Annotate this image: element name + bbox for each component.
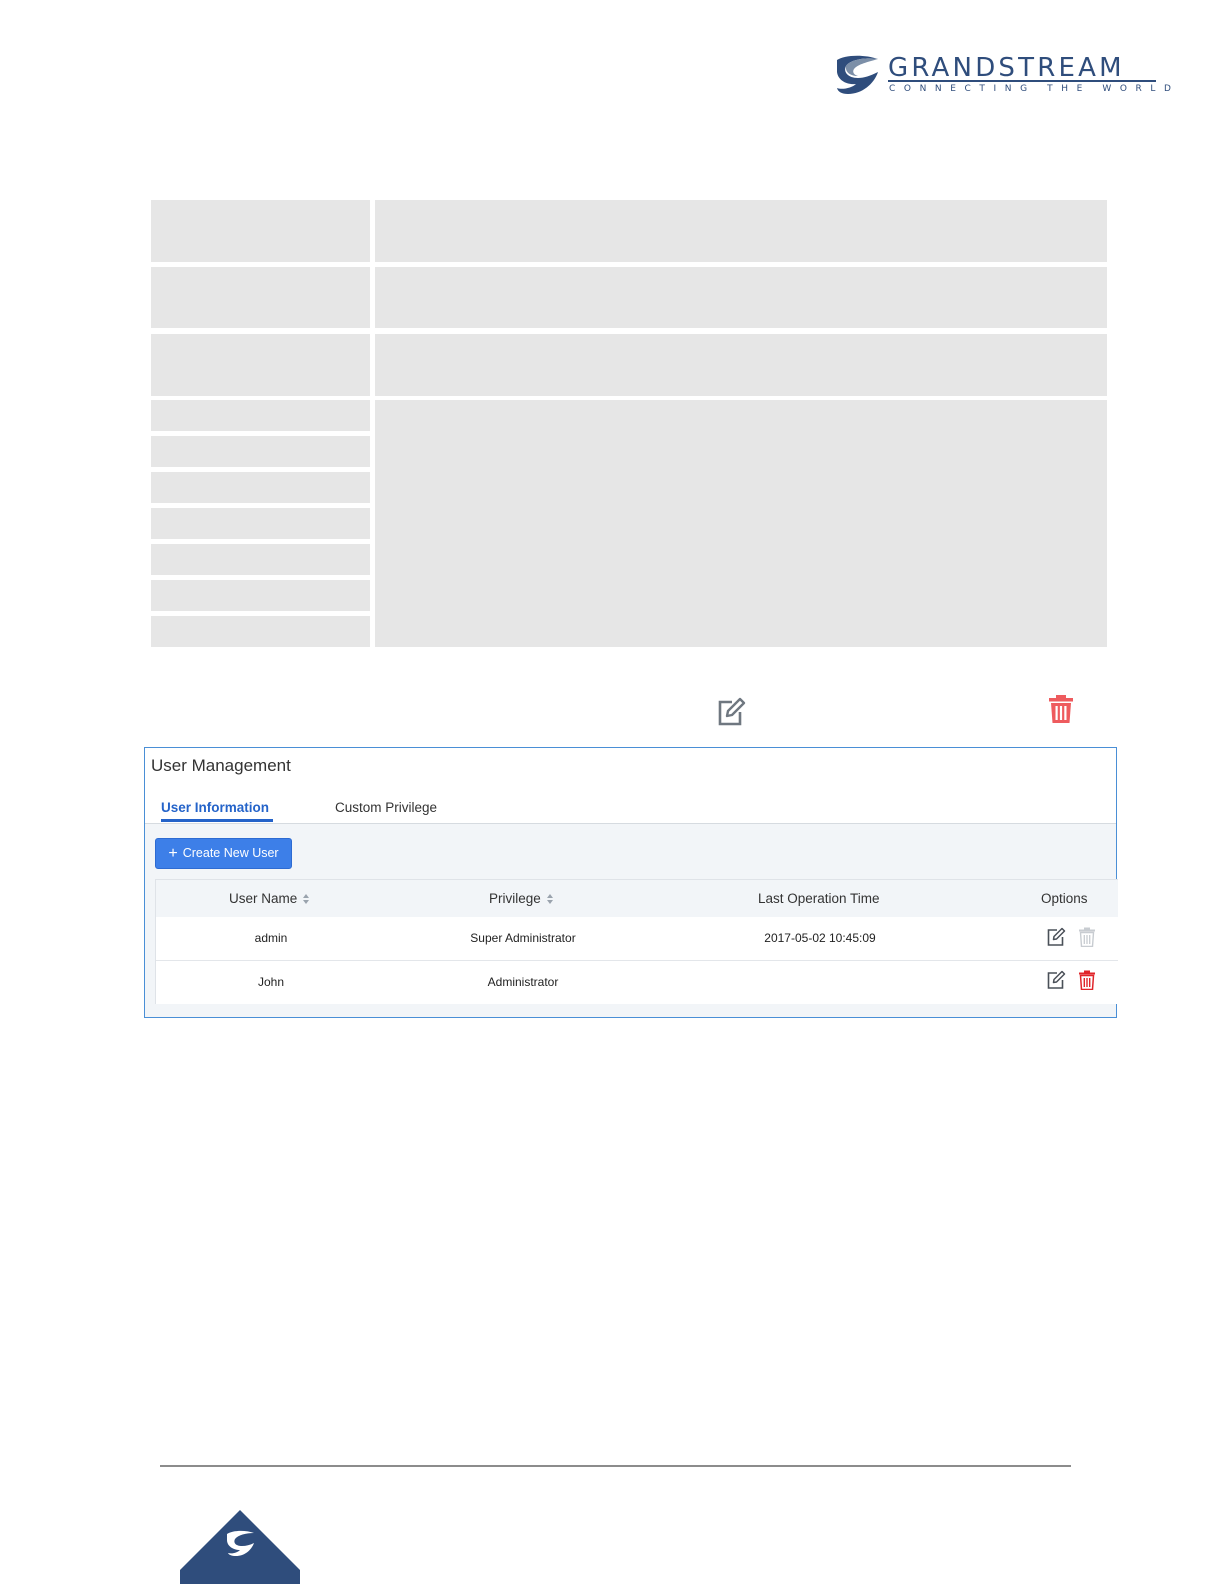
cell-privilege: Administrator <box>487 975 559 989</box>
footer-logo-icon <box>180 1510 300 1584</box>
table-cell <box>151 436 370 467</box>
trash-icon[interactable] <box>1078 970 1096 990</box>
table-row: admin Super Administrator 2017-05-02 10:… <box>156 917 1118 960</box>
table-cell <box>151 334 370 396</box>
active-tab-indicator <box>161 819 273 822</box>
grandstream-logo: GRANDSTREAM CONNECTING THE WORLD <box>834 53 1171 98</box>
footer-divider <box>160 1465 1071 1467</box>
logo-tagline: CONNECTING THE WORLD <box>889 84 1180 94</box>
plus-icon: + <box>168 845 178 862</box>
sort-icon[interactable] <box>303 893 311 905</box>
edit-icon[interactable] <box>1046 927 1066 947</box>
column-header-last-operation-time: Last Operation Time <box>758 891 880 907</box>
table-cell <box>151 267 370 328</box>
sort-icon[interactable] <box>546 893 555 905</box>
column-header-label: Options <box>1041 891 1088 906</box>
edit-icon[interactable] <box>1046 970 1066 990</box>
table-cell <box>151 200 370 262</box>
tab-content: + Create New User User Name Privilege Las… <box>145 824 1118 1017</box>
user-management-panel: User Management User Information Custom … <box>144 747 1118 1018</box>
column-header-options: Options <box>1041 891 1088 907</box>
column-header-user-name[interactable]: User Name <box>229 891 311 907</box>
create-new-user-button[interactable]: + Create New User <box>155 838 292 869</box>
grandstream-logo-mark <box>837 55 878 94</box>
table-cell <box>375 200 1107 262</box>
table-cell <box>151 580 370 611</box>
table-cell <box>151 400 370 431</box>
table-cell <box>375 400 1107 647</box>
table-row: John Administrator <box>156 961 1118 1004</box>
user-table: User Name Privilege Last Operation Time … <box>155 879 1118 1004</box>
logo-wordmark: GRANDSTREAM <box>888 53 1125 83</box>
logo-underline <box>888 80 1156 82</box>
table-cell <box>375 334 1107 396</box>
column-header-privilege[interactable]: Privilege <box>489 891 555 907</box>
cell-user-name: John <box>257 975 285 989</box>
trash-icon <box>1079 927 1095 947</box>
trash-icon <box>1049 695 1073 723</box>
table-cell <box>151 544 370 575</box>
edit-icon <box>718 697 746 726</box>
tab-custom-privilege[interactable]: Custom Privilege <box>335 800 437 816</box>
create-new-user-label: Create New User <box>182 846 279 860</box>
table-cell <box>151 616 370 647</box>
column-header-label: Last Operation Time <box>758 891 880 906</box>
cell-user-name: admin <box>254 931 288 945</box>
grey-table <box>151 200 1107 647</box>
table-cell <box>151 472 370 503</box>
table-cell <box>151 508 370 539</box>
column-header-label: Privilege <box>489 891 541 906</box>
table-header: User Name Privilege Last Operation Time … <box>156 880 1118 917</box>
tab-user-information[interactable]: User Information <box>161 800 269 816</box>
table-cell <box>375 267 1107 328</box>
page-title: User Management <box>151 756 291 775</box>
cell-last-operation-time: 2017-05-02 10:45:09 <box>764 931 876 945</box>
cell-privilege: Super Administrator <box>470 931 576 945</box>
column-header-label: User Name <box>229 891 298 906</box>
